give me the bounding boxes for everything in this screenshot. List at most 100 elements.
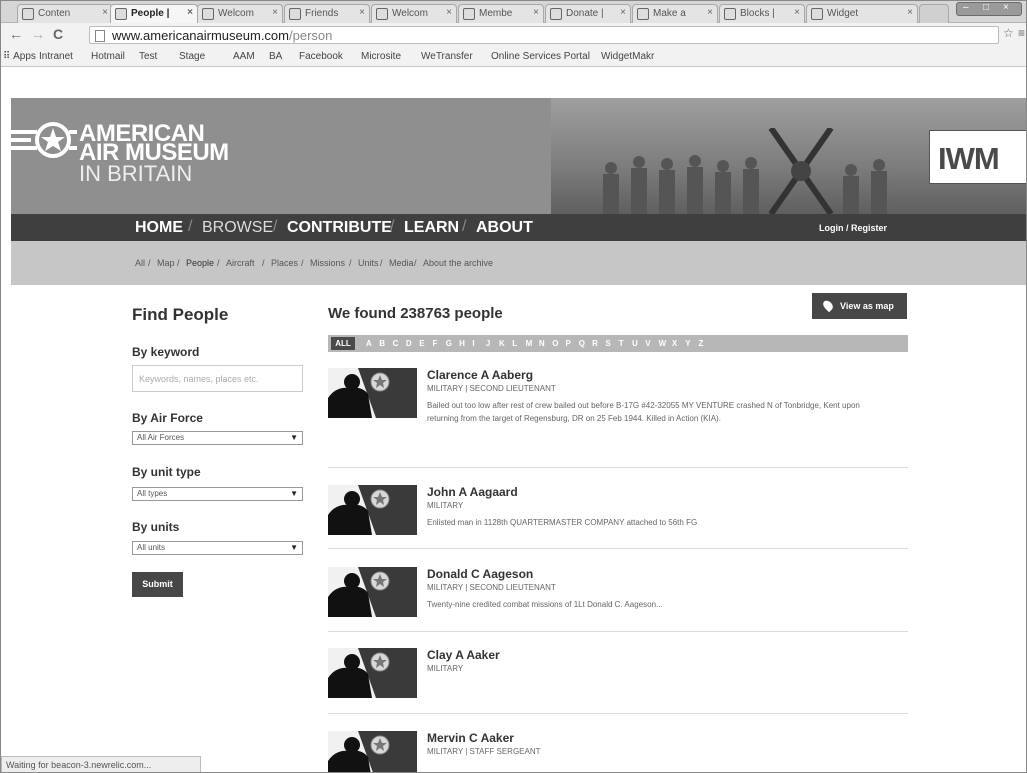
subnav-aircraft[interactable]: Aircraft xyxy=(226,258,255,268)
subnav-places[interactable]: Places xyxy=(271,258,298,268)
forward-arrow-icon[interactable]: → xyxy=(31,26,45,42)
nav-browse[interactable]: BROWSE xyxy=(202,219,273,237)
person-thumbnail[interactable] xyxy=(328,368,417,418)
alpha-letter[interactable]: X xyxy=(672,339,677,348)
close-tab-icon[interactable]: × xyxy=(446,7,452,18)
alpha-letter[interactable]: E xyxy=(419,339,424,348)
browser-tab[interactable]: Widget × xyxy=(806,4,918,23)
browser-tab[interactable]: Welcom × xyxy=(371,4,457,23)
nav-learn[interactable]: LEARN xyxy=(404,219,459,237)
person-name[interactable]: Donald C Aageson xyxy=(427,567,533,581)
alpha-letter[interactable]: D xyxy=(406,339,412,348)
browser-tab[interactable]: Conten × xyxy=(17,4,113,23)
nav-about[interactable]: ABOUT xyxy=(476,219,533,237)
person-thumbnail[interactable] xyxy=(328,567,417,617)
close-tab-icon[interactable]: × xyxy=(359,7,365,18)
nav-home[interactable]: HOME xyxy=(135,219,183,237)
bookmark-online-services-portal[interactable]: Online Services Portal xyxy=(491,51,590,62)
new-tab-button[interactable] xyxy=(919,4,949,23)
star-icon[interactable]: ☆ xyxy=(1003,26,1014,40)
alpha-letter[interactable]: R xyxy=(592,339,598,348)
person-name[interactable]: Mervin C Aaker xyxy=(427,731,514,745)
url-field[interactable]: www.americanairmuseum.com/person xyxy=(89,26,999,44)
alpha-letter[interactable]: Y xyxy=(685,339,690,348)
browser-tab[interactable]: Donate | × xyxy=(545,4,631,23)
alpha-letter[interactable]: Z xyxy=(699,339,704,348)
close-tab-icon[interactable]: × xyxy=(707,7,713,18)
bookmark-apps[interactable]: ⠿ Apps xyxy=(3,51,36,62)
browser-tab-active[interactable]: People | × xyxy=(110,4,198,23)
bookmark-microsite[interactable]: Microsite xyxy=(361,51,401,62)
alpha-letter[interactable]: B xyxy=(379,339,385,348)
alpha-letter[interactable]: F xyxy=(433,339,438,348)
browser-tab[interactable]: Welcom × xyxy=(197,4,283,23)
alpha-all[interactable]: ALL xyxy=(331,337,355,350)
iwm-logo[interactable]: IWM xyxy=(929,130,1026,184)
browser-tab[interactable]: Membe × xyxy=(458,4,544,23)
alpha-letter[interactable]: U xyxy=(632,339,638,348)
browser-tab[interactable]: Friends × xyxy=(284,4,370,23)
view-as-map-button[interactable]: View as map xyxy=(812,293,907,319)
close-window-icon[interactable]: × xyxy=(1003,2,1009,13)
browser-tab[interactable]: Make a × xyxy=(632,4,718,23)
browser-tab[interactable]: Blocks | × xyxy=(719,4,805,23)
submit-button[interactable]: Submit xyxy=(132,572,183,597)
alpha-letter[interactable]: P xyxy=(566,339,571,348)
nav-contribute[interactable]: CONTRIBUTE xyxy=(287,219,392,237)
person-thumbnail[interactable] xyxy=(328,485,417,535)
alpha-letter[interactable]: O xyxy=(552,339,558,348)
alpha-letter[interactable]: M xyxy=(526,339,533,348)
subnav-about-archive[interactable]: About the archive xyxy=(423,258,493,268)
close-tab-icon[interactable]: × xyxy=(272,7,278,18)
alpha-letter[interactable]: A xyxy=(366,339,372,348)
bookmark-widgetmakr[interactable]: WidgetMakr xyxy=(601,51,654,62)
alpha-letter[interactable]: J xyxy=(486,339,490,348)
subnav-people[interactable]: People xyxy=(186,258,214,268)
back-arrow-icon[interactable]: ← xyxy=(9,26,23,42)
alpha-letter[interactable]: I xyxy=(472,339,474,348)
alpha-letter[interactable]: G xyxy=(446,339,452,348)
bookmark-hotmail[interactable]: Hotmail xyxy=(91,51,125,62)
bookmark-wetransfer[interactable]: WeTransfer xyxy=(421,51,473,62)
person-thumbnail[interactable] xyxy=(328,731,417,772)
alpha-letter[interactable]: L xyxy=(512,339,517,348)
bookmark-stage[interactable]: Stage xyxy=(179,51,205,62)
bookmark-aam[interactable]: AAM xyxy=(233,51,255,62)
person-name[interactable]: Clarence A Aaberg xyxy=(427,368,533,382)
bookmark-test[interactable]: Test xyxy=(139,51,157,62)
bookmark-facebook[interactable]: Facebook xyxy=(299,51,343,62)
alpha-letter[interactable]: W xyxy=(659,339,667,348)
alpha-letter[interactable]: T xyxy=(619,339,624,348)
person-name[interactable]: Clay A Aaker xyxy=(427,648,500,662)
bookmark-intranet[interactable]: Intranet xyxy=(39,51,73,62)
subnav-media[interactable]: Media xyxy=(389,258,414,268)
units-select[interactable]: All units ▼ xyxy=(132,541,303,555)
close-tab-icon[interactable]: × xyxy=(620,7,626,18)
alpha-letter[interactable]: K xyxy=(499,339,505,348)
subnav-units[interactable]: Units xyxy=(358,258,379,268)
login-register-link[interactable]: Login / Register xyxy=(819,223,887,233)
alpha-letter[interactable]: C xyxy=(393,339,399,348)
subnav-all[interactable]: All xyxy=(135,258,145,268)
bookmark-ba[interactable]: BA xyxy=(269,51,282,62)
person-thumbnail[interactable] xyxy=(328,648,417,698)
subnav-map[interactable]: Map xyxy=(157,258,175,268)
keyword-input[interactable]: Keywords, names, places etc. xyxy=(132,365,303,392)
subnav-missions[interactable]: Missions xyxy=(310,258,345,268)
reload-icon[interactable]: C xyxy=(53,26,63,42)
close-tab-icon[interactable]: × xyxy=(794,7,800,18)
alpha-letter[interactable]: N xyxy=(539,339,545,348)
close-tab-icon[interactable]: × xyxy=(533,7,539,18)
person-name[interactable]: John A Aagaard xyxy=(427,485,518,499)
unittype-select[interactable]: All types ▼ xyxy=(132,487,303,501)
menu-icon[interactable]: ≡ xyxy=(1018,26,1025,40)
airforce-select[interactable]: All Air Forces ▼ xyxy=(132,431,303,445)
close-tab-icon[interactable]: × xyxy=(907,7,913,18)
alpha-letter[interactable]: Q xyxy=(579,339,585,348)
alpha-letter[interactable]: H xyxy=(459,339,465,348)
alpha-letter[interactable]: S xyxy=(605,339,610,348)
minimize-icon[interactable]: – xyxy=(963,2,969,13)
site-logo[interactable]: AMERICAN AIR MUSEUM IN BRITAIN xyxy=(79,122,229,185)
maximize-icon[interactable]: □ xyxy=(983,2,989,13)
close-tab-icon[interactable]: × xyxy=(187,7,193,18)
